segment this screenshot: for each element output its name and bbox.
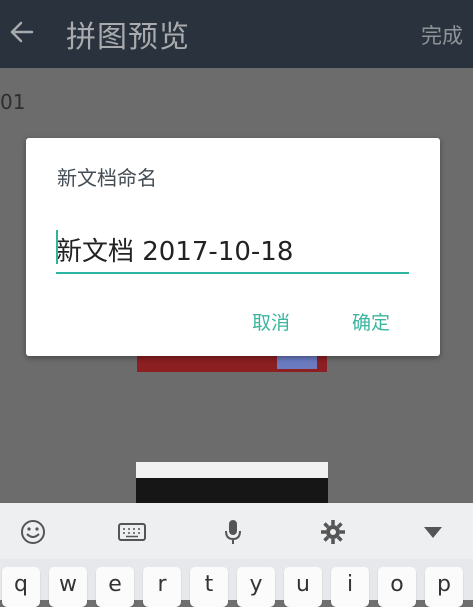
page-number: 01: [0, 90, 26, 114]
key-i[interactable]: i: [331, 567, 369, 607]
keyboard-toolbar: [0, 503, 473, 559]
key-o[interactable]: o: [378, 567, 416, 607]
key-y[interactable]: y: [237, 567, 275, 607]
app-bar: 拼图预览 完成: [0, 0, 473, 68]
keyboard-icon[interactable]: [117, 517, 147, 547]
key-q[interactable]: q: [2, 567, 40, 607]
done-button[interactable]: 完成: [421, 20, 463, 50]
card-logo: [277, 355, 317, 369]
key-w[interactable]: w: [49, 567, 87, 607]
key-r[interactable]: r: [143, 567, 181, 607]
key-e[interactable]: e: [96, 567, 134, 607]
key-u[interactable]: u: [284, 567, 322, 607]
key-t[interactable]: t: [190, 567, 228, 607]
dialog-title: 新文档命名: [57, 166, 157, 190]
page-title: 拼图预览: [66, 20, 190, 55]
key-row: q w e r t y u i o p: [0, 563, 473, 607]
hide-keyboard-icon[interactable]: [418, 517, 448, 547]
keyboard: q w e r t y u i o p: [0, 503, 473, 607]
microphone-icon[interactable]: [218, 517, 248, 547]
document-name-input[interactable]: [56, 226, 409, 274]
emoji-icon[interactable]: [18, 517, 48, 547]
settings-icon[interactable]: [318, 517, 348, 547]
confirm-button[interactable]: 确定: [352, 308, 390, 335]
cancel-button[interactable]: 取消: [252, 308, 290, 335]
text-cursor: [56, 230, 58, 264]
back-arrow-icon[interactable]: [8, 16, 36, 48]
key-p[interactable]: p: [425, 567, 463, 607]
rename-dialog: 新文档命名 取消 确定: [26, 138, 440, 356]
